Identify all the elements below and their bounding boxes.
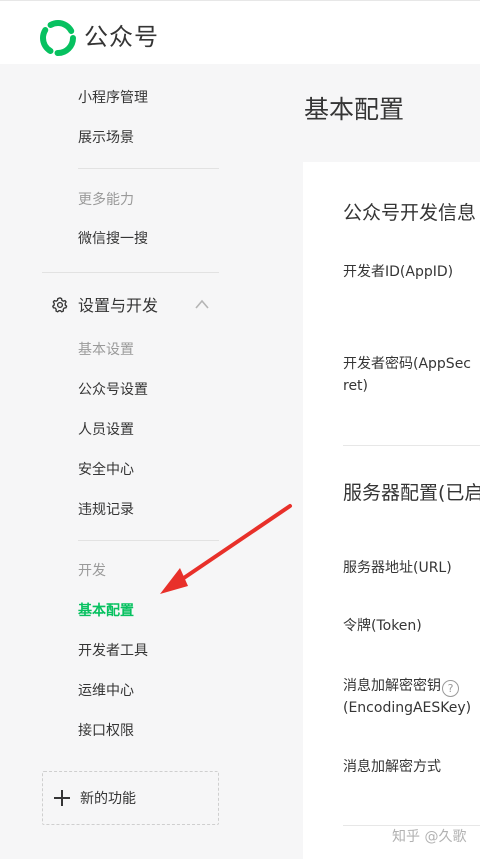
config-card: 公众号开发信息 开发者ID(AppID) 开发者密码(AppSecret) 服务… bbox=[303, 162, 480, 859]
server-url-label: 服务器地址(URL) bbox=[343, 560, 452, 576]
sidebar-item-mini-program[interactable]: 小程序管理 bbox=[78, 88, 148, 108]
watermark-text: 知乎 @久歌 bbox=[392, 829, 467, 845]
top-bar: 公众号 bbox=[0, 0, 480, 64]
sidebar-group-label: 设置与开发 bbox=[78, 296, 159, 315]
sidebar-item-api-permissions[interactable]: 接口权限 bbox=[78, 721, 134, 741]
new-function-button[interactable]: 新的功能 bbox=[42, 771, 219, 825]
aes-key-label-text: 消息加解密密钥 bbox=[343, 678, 441, 694]
card-divider bbox=[343, 825, 480, 826]
gear-icon bbox=[52, 297, 68, 313]
sidebar-item-basic-config[interactable]: 基本配置 bbox=[78, 601, 134, 621]
page-title: 基本配置 bbox=[304, 95, 405, 124]
aes-key-label-sub: (EncodingAESKey) bbox=[343, 700, 472, 716]
encrypt-mode-label: 消息加解密方式 bbox=[343, 759, 441, 775]
sidebar-item-display-scene[interactable]: 展示场景 bbox=[78, 128, 134, 148]
wechat-official-account-logo-icon[interactable] bbox=[40, 20, 76, 56]
sidebar-section-dev: 开发 bbox=[78, 563, 106, 579]
sidebar-item-ops-center[interactable]: 运维中心 bbox=[78, 681, 134, 701]
brand-name[interactable]: 公众号 bbox=[84, 21, 159, 53]
sidebar-section-basic-settings: 基本设置 bbox=[78, 342, 134, 358]
sidebar-item-dev-tools[interactable]: 开发者工具 bbox=[78, 641, 148, 661]
token-label: 令牌(Token) bbox=[343, 618, 422, 634]
sidebar-item-wechat-search[interactable]: 微信搜一搜 bbox=[78, 229, 148, 249]
sidebar-divider bbox=[78, 168, 219, 169]
question-mark-icon[interactable]: ? bbox=[442, 680, 459, 697]
server-config-title: 服务器配置(已启 bbox=[343, 482, 480, 504]
sidebar-divider bbox=[78, 540, 219, 541]
chevron-up-icon bbox=[195, 299, 209, 309]
sidebar-item-violation-records[interactable]: 违规记录 bbox=[78, 500, 134, 520]
appsecret-label: 开发者密码(AppSecret) bbox=[343, 356, 472, 394]
sidebar-item-security-center[interactable]: 安全中心 bbox=[78, 460, 134, 480]
dev-info-title: 公众号开发信息 bbox=[343, 202, 477, 224]
sidebar-item-account-settings[interactable]: 公众号设置 bbox=[78, 380, 148, 400]
sidebar-section-more: 更多能力 bbox=[78, 192, 134, 208]
new-function-label: 新的功能 bbox=[80, 791, 136, 807]
card-divider bbox=[343, 445, 480, 446]
aes-key-label: 消息加解密密钥? (EncodingAESKey) bbox=[343, 675, 471, 719]
sidebar-group-settings-dev[interactable]: 设置与开发 bbox=[48, 292, 218, 320]
plus-icon bbox=[53, 789, 71, 807]
sidebar-divider bbox=[42, 272, 219, 273]
sidebar-item-staff-settings[interactable]: 人员设置 bbox=[78, 420, 134, 440]
appid-label: 开发者ID(AppID) bbox=[343, 264, 454, 280]
